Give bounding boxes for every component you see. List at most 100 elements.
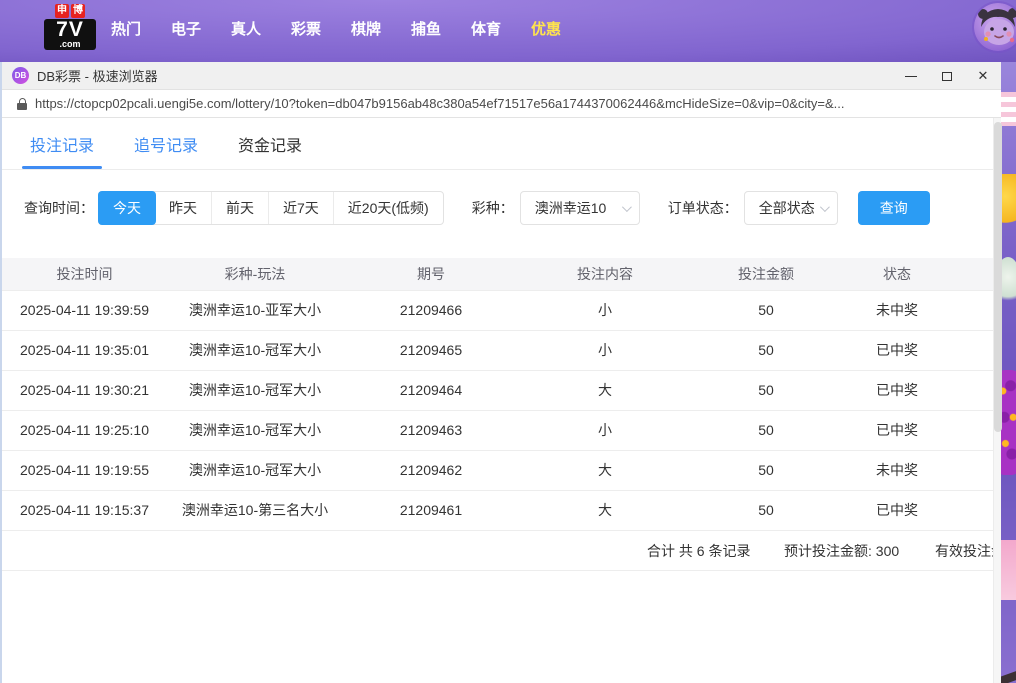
nav-item-捕鱼[interactable]: 捕鱼	[411, 18, 441, 39]
summary-valid-amount: 有效投注金	[935, 531, 1001, 571]
user-avatar[interactable]	[974, 3, 1016, 51]
window-titlebar[interactable]: DB DB彩票 - 极速浏览器 ✕	[2, 62, 1001, 90]
logo-sub-text: .com	[44, 40, 96, 48]
bet-content: 大	[519, 450, 691, 490]
background-dark-wedge	[1001, 669, 1016, 683]
bet-issue: 21209464	[343, 370, 519, 410]
nav-item-电子[interactable]: 电子	[171, 18, 201, 39]
table-header-row: 投注时间彩种-玩法期号投注内容投注金额状态	[2, 258, 999, 290]
bet-content: 小	[519, 330, 691, 370]
site-header: 申 博 7V .com 热门 电子 真人 彩票 棋牌 捕鱼 体育 优惠	[0, 0, 1016, 62]
bet-status: 已中奖	[841, 410, 953, 450]
column-header: 状态	[841, 258, 953, 290]
url-text[interactable]: https://ctopcp02pcali.uengi5e.com/lotter…	[35, 96, 1000, 111]
scrollbar[interactable]	[993, 118, 1001, 683]
column-header: 彩种-玩法	[167, 258, 343, 290]
summary-estimated-amount: 预计投注金额: 300	[784, 531, 899, 571]
bet-game: 澳洲幸运10-冠军大小	[167, 410, 343, 450]
chevron-down-icon	[820, 202, 830, 212]
browser-window: DB DB彩票 - 极速浏览器 ✕ https://ctopcp02pcali.…	[0, 62, 1001, 683]
background-grapes	[1001, 370, 1016, 475]
bet-game: 澳洲幸运10-冠军大小	[167, 370, 343, 410]
search-button[interactable]: 查询	[858, 191, 930, 225]
chevron-down-icon	[622, 202, 632, 212]
logo-tile-left: 申	[55, 4, 69, 18]
table-row: 2025-04-11 19:35:01 澳洲幸运10-冠军大小 21209465…	[2, 330, 999, 370]
bet-time: 2025-04-11 19:35:01	[2, 330, 167, 370]
maximize-icon	[942, 72, 952, 81]
window-controls: ✕	[893, 62, 1001, 90]
column-header: 投注金额	[691, 258, 841, 290]
lottery-select[interactable]: 澳洲幸运10	[520, 191, 640, 225]
bet-issue: 21209463	[343, 410, 519, 450]
minimize-icon	[905, 76, 917, 77]
time-option-近7天[interactable]: 近7天	[268, 192, 333, 224]
table-row: 2025-04-11 19:39:59 澳洲幸运10-亚军大小 21209466…	[2, 290, 999, 330]
lock-icon	[17, 98, 27, 110]
time-option-昨天[interactable]: 昨天	[155, 192, 211, 224]
background-pink-stripe	[1001, 540, 1016, 600]
minimize-button[interactable]	[893, 62, 929, 90]
table-row: 2025-04-11 19:19:55 澳洲幸运10-冠军大小 21209462…	[2, 450, 999, 490]
table-row: 2025-04-11 19:15:37 澳洲幸运10-第三名大小 2120946…	[2, 490, 999, 530]
time-option-今天[interactable]: 今天	[98, 191, 156, 225]
bet-game: 澳洲幸运10-冠军大小	[167, 330, 343, 370]
summary-total: 合计 共 6 条记录	[647, 531, 750, 571]
bet-amount: 50	[691, 330, 841, 370]
site-nav: 热门 电子 真人 彩票 棋牌 捕鱼 体育 优惠	[111, 0, 561, 56]
bet-status: 未中奖	[841, 450, 953, 490]
window-title: DB彩票 - 极速浏览器	[37, 66, 158, 85]
column-header: 投注内容	[519, 258, 691, 290]
bet-amount: 50	[691, 490, 841, 530]
bet-game: 澳洲幸运10-冠军大小	[167, 450, 343, 490]
close-button[interactable]: ✕	[965, 62, 1001, 90]
nav-item-优惠[interactable]: 优惠	[531, 18, 561, 39]
column-header: 期号	[343, 258, 519, 290]
time-option-近20天(低频)[interactable]: 近20天(低频)	[333, 192, 443, 224]
tab-追号记录[interactable]: 追号记录	[134, 132, 198, 169]
tab-投注记录[interactable]: 投注记录	[30, 132, 94, 169]
bet-issue: 21209465	[343, 330, 519, 370]
bet-issue: 21209461	[343, 490, 519, 530]
bet-content: 大	[519, 490, 691, 530]
bet-game: 澳洲幸运10-第三名大小	[167, 490, 343, 530]
bet-amount: 50	[691, 410, 841, 450]
bet-status: 已中奖	[841, 370, 953, 410]
bet-time: 2025-04-11 19:39:59	[2, 290, 167, 330]
bet-time: 2025-04-11 19:15:37	[2, 490, 167, 530]
lottery-select-value: 澳洲幸运10	[535, 198, 607, 218]
status-filter-label: 订单状态：	[668, 198, 738, 218]
time-filter-label: 查询时间：	[24, 198, 94, 218]
bet-status: 已中奖	[841, 330, 953, 370]
maximize-button[interactable]	[929, 62, 965, 90]
bet-game: 澳洲幸运10-亚军大小	[167, 290, 343, 330]
tab-资金记录[interactable]: 资金记录	[238, 132, 302, 169]
logo-main: 7V .com	[44, 19, 96, 50]
time-option-前天[interactable]: 前天	[211, 192, 268, 224]
order-status-select[interactable]: 全部状态	[744, 191, 838, 225]
page-content: 投注记录 追号记录 资金记录 查询时间： 今天昨天前天近7天近20天(低频) 彩种：…	[2, 118, 1001, 682]
lottery-filter-label: 彩种：	[472, 198, 514, 218]
bet-amount: 50	[691, 450, 841, 490]
bet-status: 已中奖	[841, 490, 953, 530]
nav-item-真人[interactable]: 真人	[231, 18, 261, 39]
table-row: 2025-04-11 19:30:21 澳洲幸运10-冠军大小 21209464…	[2, 370, 999, 410]
nav-item-热门[interactable]: 热门	[111, 18, 141, 39]
nav-item-彩票[interactable]: 彩票	[291, 18, 321, 39]
nav-item-棋牌[interactable]: 棋牌	[351, 18, 381, 39]
background-stripes	[1001, 92, 1016, 126]
bet-time: 2025-04-11 19:19:55	[2, 450, 167, 490]
url-bar[interactable]: https://ctopcp02pcali.uengi5e.com/lotter…	[2, 90, 1001, 118]
bet-content: 大	[519, 370, 691, 410]
record-tabs: 投注记录 追号记录 资金记录	[2, 118, 1001, 170]
scrollbar-thumb[interactable]	[994, 122, 1002, 432]
time-range-group: 今天昨天前天近7天近20天(低频)	[98, 191, 444, 225]
bet-records-table: 投注时间彩种-玩法期号投注内容投注金额状态 2025-04-11 19:39:5…	[2, 258, 999, 531]
bet-issue: 21209462	[343, 450, 519, 490]
site-logo[interactable]: 申 博 7V .com	[44, 4, 96, 50]
table-row: 2025-04-11 19:25:10 澳洲幸运10-冠军大小 21209463…	[2, 410, 999, 450]
background-blob	[1001, 257, 1016, 307]
bet-time: 2025-04-11 19:30:21	[2, 370, 167, 410]
nav-item-体育[interactable]: 体育	[471, 18, 501, 39]
column-header: 投注时间	[2, 258, 167, 290]
